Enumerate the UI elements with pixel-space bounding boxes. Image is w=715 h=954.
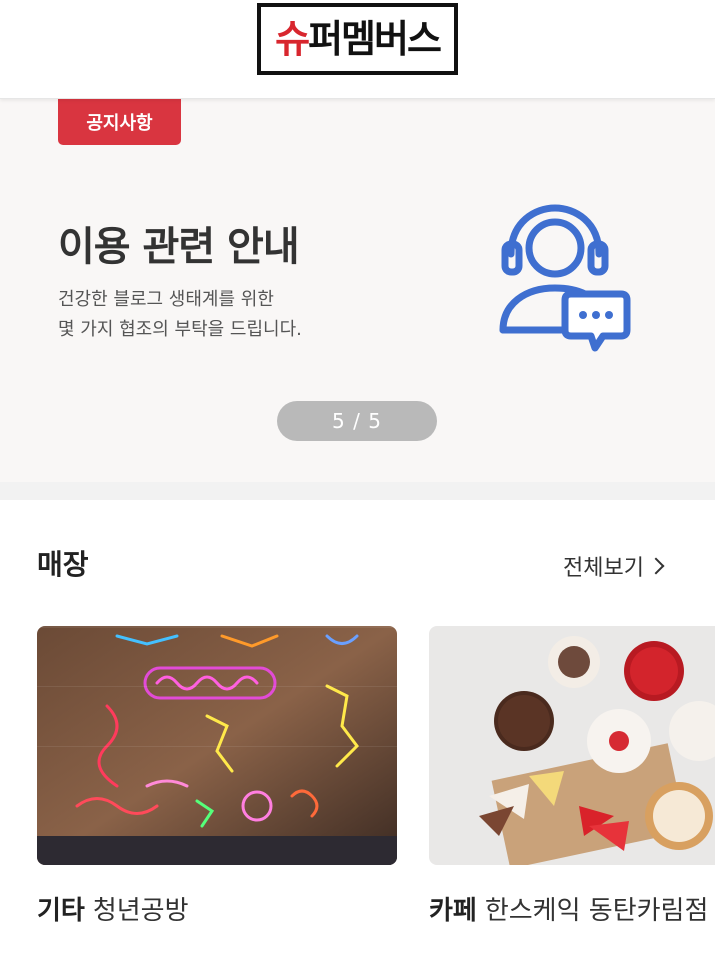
store-name: 한스케익 동탄카림점	[484, 896, 709, 926]
notice-banner[interactable]: 공지사항 이용 관련 안내 건강한 블로그 생태계를 위한 몇 가지 협조의 부…	[0, 99, 715, 482]
banner-title: 이용 관련 안내	[58, 224, 300, 270]
store-card[interactable]: 기타 청년공방	[37, 626, 397, 927]
view-all-label: 전체보기	[563, 556, 644, 581]
banner-desc-line1: 건강한 블로그 생태계를 위한	[58, 289, 274, 310]
store-image-cakes[interactable]	[429, 626, 715, 865]
store-image-neon-signs[interactable]	[37, 626, 397, 865]
store-name: 청년공방	[92, 896, 189, 926]
store-label: 기타 청년공방	[37, 890, 397, 927]
app-logo[interactable]: 슈퍼멤버스	[257, 3, 458, 75]
banner-pager: 5 / 5	[277, 401, 437, 441]
neon-signs-photo	[37, 626, 397, 865]
store-category: 기타	[37, 896, 85, 926]
app-header: 슈퍼멤버스	[0, 0, 715, 99]
store-card[interactable]: 카페 한스케익 동탄카림점	[429, 626, 715, 927]
stores-section-title: 매장	[37, 548, 89, 581]
notice-badge: 공지사항	[58, 99, 181, 145]
customer-support-icon	[499, 204, 631, 352]
section-divider	[0, 482, 715, 500]
cakes-photo	[429, 626, 715, 865]
view-all-link[interactable]: 전체보기	[563, 550, 665, 582]
banner-description: 건강한 블로그 생태계를 위한 몇 가지 협조의 부탁을 드립니다.	[58, 285, 302, 345]
store-category: 카페	[429, 896, 477, 926]
store-label: 카페 한스케익 동탄카림점	[429, 890, 715, 927]
banner-desc-line2: 몇 가지 협조의 부탁을 드립니다.	[58, 319, 302, 340]
chevron-right-icon	[647, 557, 665, 575]
logo-text: 슈퍼멤버스	[275, 17, 442, 61]
